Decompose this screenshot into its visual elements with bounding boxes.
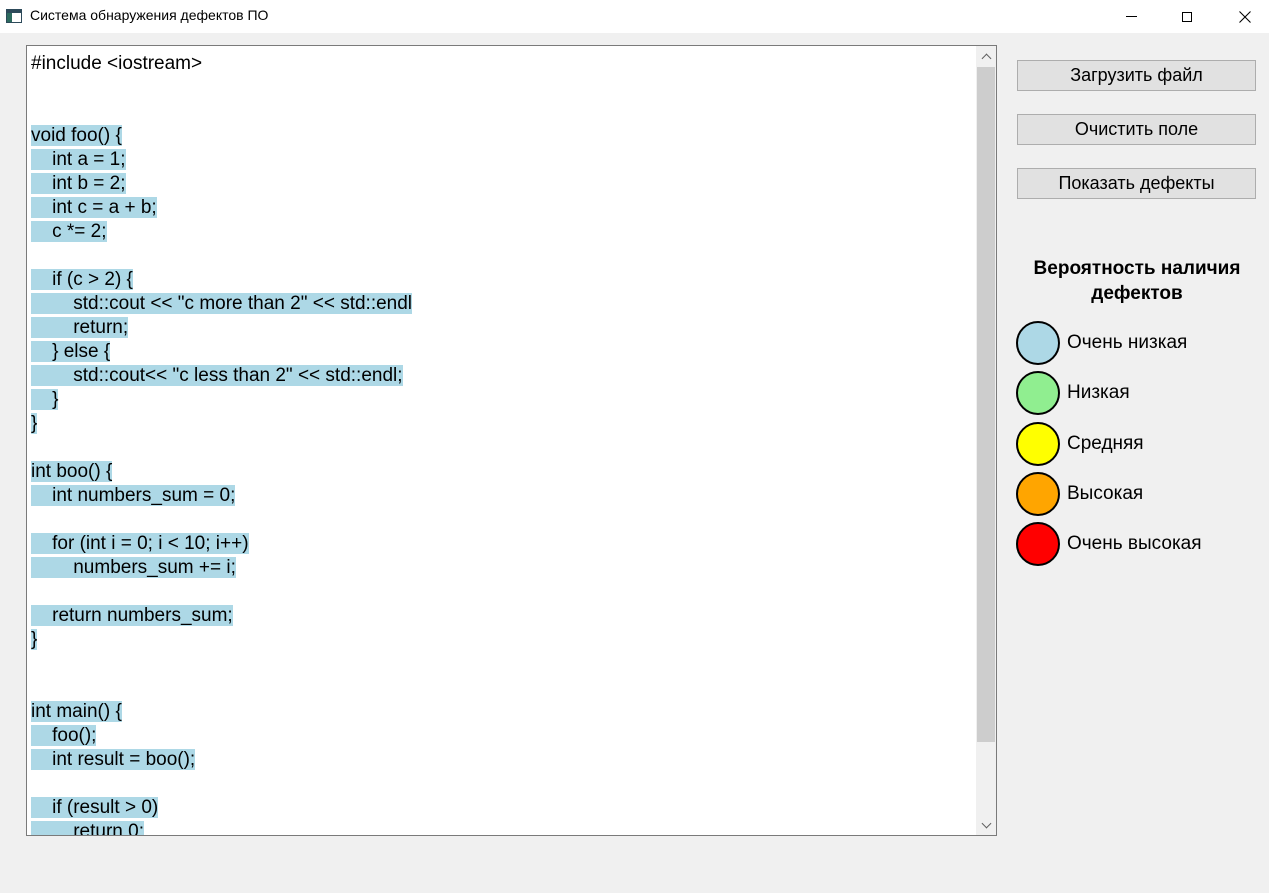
maximize-button[interactable] — [1164, 0, 1210, 33]
legend-swatch — [1016, 321, 1060, 365]
code-line: #include <iostream> — [31, 52, 975, 76]
legend-item-medium: Средняя — [1016, 421, 1144, 467]
code-line-text: int result = boo(); — [31, 749, 196, 770]
code-line-text: int c = a + b; — [31, 197, 157, 218]
code-line: int c = a + b; — [31, 196, 975, 220]
chevron-up-icon — [981, 53, 991, 63]
legend-item-very-high: Очень высокая — [1016, 521, 1202, 567]
clear-field-button[interactable]: Очистить поле — [1017, 114, 1256, 145]
code-line-text: int a = 1; — [31, 149, 126, 170]
window-title: Система обнаружения дефектов ПО — [30, 7, 269, 23]
legend-label: Средняя — [1067, 433, 1144, 454]
load-file-button[interactable]: Загрузить файл — [1017, 60, 1256, 91]
legend-title: Вероятность наличия дефектов — [1033, 258, 1241, 304]
code-line-text: void foo() { — [31, 125, 122, 146]
code-line-text: int numbers_sum = 0; — [31, 485, 236, 506]
legend-label: Очень низкая — [1067, 332, 1188, 353]
code-line-text: return; — [31, 317, 129, 338]
code-line: } else { — [31, 340, 975, 364]
code-line-text: } — [31, 629, 38, 650]
code-line-text: int main() { — [31, 701, 122, 722]
minimize-icon — [1125, 16, 1137, 17]
legend-item-very-low: Очень низкая — [1016, 320, 1187, 366]
maximize-icon — [1182, 11, 1192, 22]
code-line-text: numbers_sum += i; — [31, 557, 236, 578]
close-icon — [1239, 10, 1251, 23]
code-line: for (int i = 0; i < 10; i++) — [31, 532, 975, 556]
code-line: } — [31, 628, 975, 652]
code-line-text: #include <iostream> — [31, 53, 203, 74]
legend-swatch — [1016, 472, 1060, 516]
code-line: } — [31, 388, 975, 412]
scroll-down-button[interactable] — [976, 815, 996, 835]
code-line-text: for (int i = 0; i < 10; i++) — [31, 533, 249, 554]
scrollbar-thumb[interactable] — [977, 67, 995, 742]
legend-label: Низкая — [1067, 382, 1130, 403]
legend-label: Высокая — [1067, 483, 1144, 504]
code-line: return numbers_sum; — [31, 604, 975, 628]
legend-item-high: Высокая — [1016, 471, 1143, 517]
code-line-text: return 0; — [31, 821, 144, 835]
code-line: int b = 2; — [31, 172, 975, 196]
code-line: int result = boo(); — [31, 748, 975, 772]
code-line: if (result > 0) — [31, 796, 975, 820]
code-text-area[interactable]: #include <iostream> void foo() { int a = … — [31, 52, 975, 835]
code-line-text: return numbers_sum; — [31, 605, 233, 626]
code-line: } — [31, 412, 975, 436]
minimize-button[interactable] — [1108, 0, 1154, 33]
code-line-text: } — [31, 389, 59, 410]
app-icon — [6, 9, 22, 23]
legend-swatch — [1016, 422, 1060, 466]
close-button[interactable] — [1222, 0, 1268, 33]
code-line-text: c *= 2; — [31, 221, 107, 242]
code-line-text: std::cout<< "c less than 2" << std::endl… — [31, 365, 403, 386]
code-line: int a = 1; — [31, 148, 975, 172]
legend-label: Очень высокая — [1067, 533, 1202, 554]
code-line: std::cout << "c more than 2" << std::end… — [31, 292, 975, 316]
code-line-text: } else { — [31, 341, 111, 362]
code-line: if (c > 2) { — [31, 268, 975, 292]
code-line-text: foo(); — [31, 725, 97, 746]
code-line: int boo() { — [31, 460, 975, 484]
legend-swatch — [1016, 522, 1060, 566]
code-line: foo(); — [31, 724, 975, 748]
code-line: return; — [31, 316, 975, 340]
code-line: void foo() { — [31, 124, 975, 148]
code-line-text: if (c > 2) { — [31, 269, 133, 290]
scroll-up-button[interactable] — [976, 46, 996, 66]
code-line-text: std::cout << "c more than 2" << std::end… — [31, 293, 413, 314]
show-defects-button[interactable]: Показать дефекты — [1017, 168, 1256, 199]
code-line: numbers_sum += i; — [31, 556, 975, 580]
code-line-text: int boo() { — [31, 461, 113, 482]
code-line: return 0; — [31, 820, 975, 835]
code-line-text: int b = 2; — [31, 173, 126, 194]
code-line: int main() { — [31, 700, 975, 724]
code-line-text: if (result > 0) — [31, 797, 159, 818]
code-line: int numbers_sum = 0; — [31, 484, 975, 508]
legend-swatch — [1016, 371, 1060, 415]
vertical-scrollbar[interactable] — [976, 46, 996, 835]
chevron-down-icon — [981, 818, 991, 828]
code-line: c *= 2; — [31, 220, 975, 244]
code-line: std::cout<< "c less than 2" << std::endl… — [31, 364, 975, 388]
code-editor[interactable]: #include <iostream> void foo() { int a = … — [26, 45, 997, 836]
legend-item-low: Низкая — [1016, 370, 1130, 416]
title-bar: Система обнаружения дефектов ПО — [0, 0, 1269, 33]
code-line-text: } — [31, 413, 38, 434]
main-window: Система обнаружения дефектов ПО #include… — [0, 0, 1269, 893]
